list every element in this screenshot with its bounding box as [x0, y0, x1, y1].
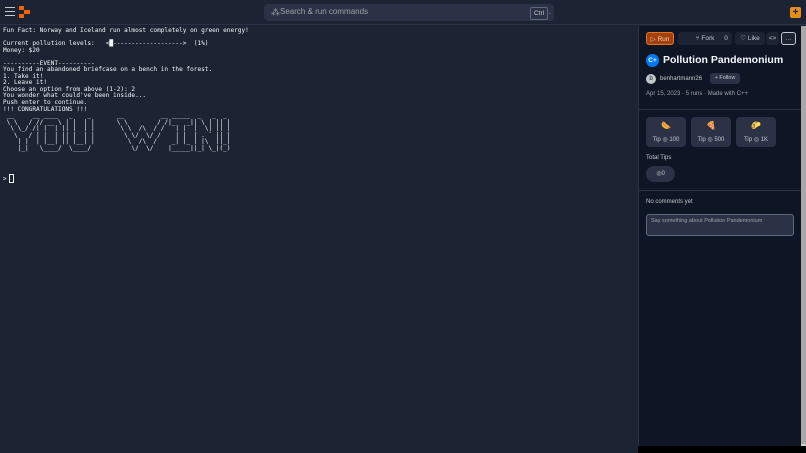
tip-label: Tip ◎ 100: [652, 137, 680, 143]
more-options-button[interactable]: ···: [781, 32, 796, 45]
tip-label: Tip ◎ 500: [697, 137, 725, 143]
language-icon: C+: [646, 54, 659, 67]
like-label: Like: [747, 35, 760, 42]
author-avatar[interactable]: b: [646, 74, 656, 84]
bottom-strip: [638, 446, 806, 453]
search-input[interactable]: ⁂ Search & run commands Ctrl .: [264, 4, 554, 21]
pizza-icon: 🍕: [706, 121, 716, 130]
console-text: Fun Fact: Norway and Iceland run almost …: [3, 27, 249, 152]
tip-card-1k[interactable]: 🌮 Tip ◎ 1K: [736, 117, 776, 147]
repl-info-panel: ▷ Run ⑂ Fork 0 ♡ Like <> ··· C+ Pollutio…: [638, 26, 802, 446]
follow-button[interactable]: + Follow: [710, 73, 740, 84]
run-label: Run: [657, 36, 670, 43]
shortcut-key: Ctrl: [530, 7, 549, 20]
fork-label: Fork: [701, 35, 715, 42]
fork-icon: ⑂: [695, 35, 700, 42]
divider: [639, 109, 802, 110]
shortcut-key-dot: .: [549, 9, 551, 16]
tip-card-100[interactable]: 🌭 Tip ◎ 100: [646, 117, 686, 147]
console-output[interactable]: Fun Fact: Norway and Iceland run almost …: [0, 26, 638, 453]
tip-label: Tip ◎ 1K: [743, 137, 769, 143]
search-placeholder: Search & run commands: [280, 7, 369, 16]
total-tips-value: ◎0: [646, 166, 675, 182]
console-prompt[interactable]: >: [3, 174, 14, 183]
heart-icon: ♡: [740, 35, 747, 42]
project-title: Pollution Pandemonium: [663, 54, 784, 66]
comment-input[interactable]: Say something about Pollution Pandemoniu…: [646, 214, 794, 236]
author-name[interactable]: benhartmann26: [660, 76, 702, 82]
project-meta: Apr 15, 2023 · 5 runs · Made with C++: [646, 91, 749, 97]
run-button[interactable]: ▷ Run: [646, 32, 674, 45]
fork-count: 0: [720, 32, 732, 45]
prompt-symbol: >: [3, 175, 7, 183]
no-comments-text: No comments yet: [646, 199, 693, 205]
scrollbar-thumb[interactable]: [801, 26, 806, 444]
total-tips-label: Total Tips: [646, 155, 672, 161]
replit-logo-icon[interactable]: [19, 6, 30, 18]
top-bar: ⁂ Search & run commands Ctrl . +: [0, 0, 806, 25]
text-cursor: [8, 174, 14, 183]
create-button[interactable]: +: [790, 7, 801, 18]
sausage-icon: 🌭: [661, 121, 671, 130]
like-button[interactable]: ♡ Like: [735, 32, 765, 45]
play-icon: ▷: [650, 36, 656, 43]
hotdog-icon: 🌮: [751, 121, 761, 130]
divider: [639, 190, 802, 191]
menu-icon[interactable]: [5, 7, 15, 17]
view-code-button[interactable]: <>: [766, 32, 779, 45]
command-search-icon: ⁂: [271, 7, 280, 17]
tip-card-500[interactable]: 🍕 Tip ◎ 500: [691, 117, 731, 147]
